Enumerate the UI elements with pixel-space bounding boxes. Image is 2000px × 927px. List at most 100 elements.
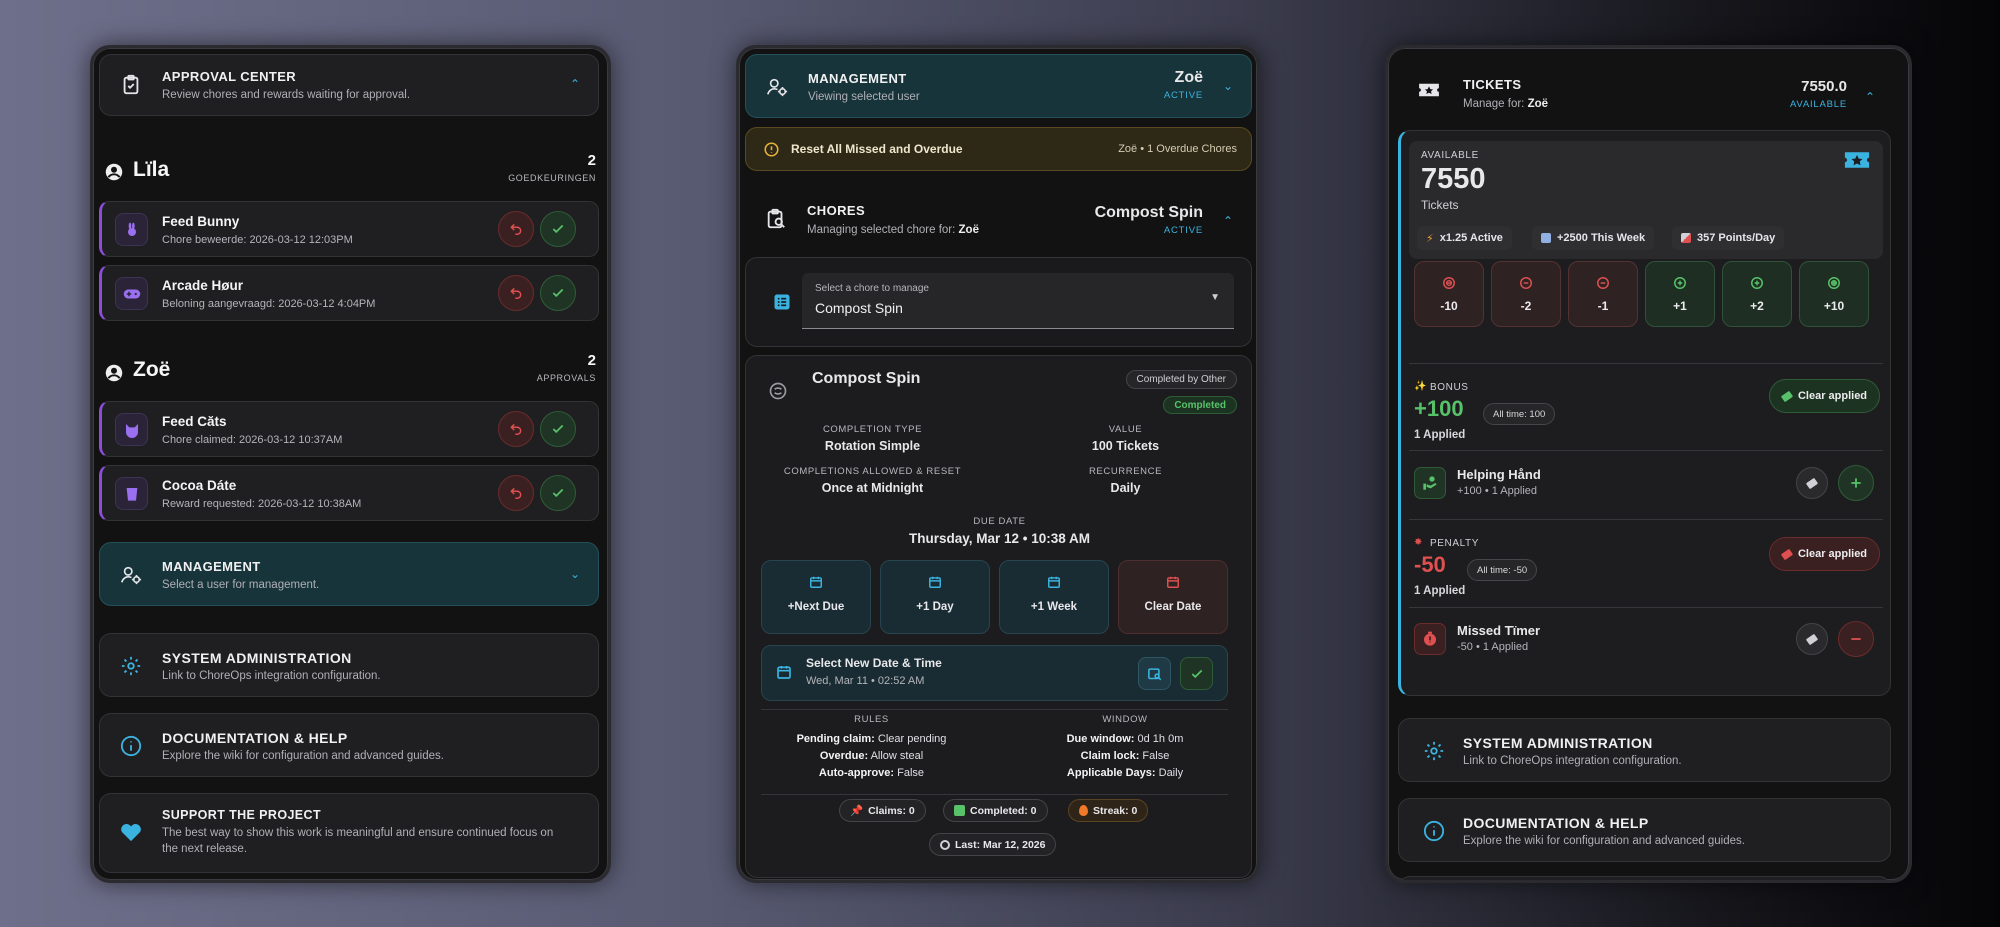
sparkle-icon: ✨ — [1414, 381, 1427, 392]
plus-one-day-button[interactable]: +1 Day — [880, 560, 990, 634]
calendar-icon — [762, 575, 870, 589]
support-card[interactable]: SUPPORT THE PROJECT The best way to show… — [99, 793, 599, 873]
search-calendar-button[interactable] — [1138, 657, 1171, 690]
rule-value: Allow steal — [870, 750, 924, 762]
approval-item[interactable]: Feed Căts Chore claimed: 2026-03-12 10:3… — [99, 401, 599, 457]
rule-pending-claim: Pending claim: Clear pending — [745, 731, 998, 748]
completed-text: Completed: 0 — [970, 804, 1037, 817]
fire-icon — [1079, 805, 1088, 816]
approval-count-label: GOEDKEURINGEN — [508, 173, 596, 183]
date-picker-row[interactable]: Select New Date & Time Wed, Mar 11 • 02:… — [761, 645, 1228, 701]
chart-icon — [1681, 233, 1691, 243]
last-text: Last: Mar 12, 2026 — [955, 838, 1046, 851]
management-subtitle: Viewing selected user — [808, 91, 920, 103]
management-title: MANAGEMENT — [162, 559, 261, 574]
rule-overdue: Overdue: Allow steal — [745, 748, 998, 765]
chevron-down-icon[interactable]: ⌄ — [1223, 79, 1233, 93]
plus-one-week-label: +1 Week — [1030, 601, 1078, 613]
chore-select[interactable]: Select a chore to manage Compost Spin ▼ — [802, 273, 1234, 329]
value-label: VALUE — [1108, 424, 1143, 435]
chores-subtitle-prefix: Managing selected chore for: — [807, 224, 959, 236]
approve-button[interactable] — [540, 411, 576, 447]
add-bonus-button[interactable] — [1838, 465, 1874, 501]
adjust-minus-10-button[interactable]: -10 — [1414, 261, 1484, 327]
reject-button[interactable] — [498, 411, 534, 447]
heart-icon — [120, 822, 142, 842]
user-gear-icon — [120, 564, 142, 586]
approval-item[interactable]: Cocoa Dáte Reward requested: 2026-03-12 … — [99, 465, 599, 521]
rate-text: 357 Points/Day — [1697, 232, 1776, 244]
system-admin-card[interactable]: SYSTEM ADMINISTRATION Link to ChoreOps i… — [99, 633, 599, 697]
claims-text: Claims: 0 — [868, 804, 915, 817]
approval-count: 2 — [587, 352, 596, 369]
recurrence-label: RECURRENCE — [1088, 466, 1163, 477]
apply-penalty-button[interactable] — [1838, 621, 1874, 657]
management-card[interactable]: MANAGEMENT Select a user for management.… — [99, 542, 599, 606]
management-subtitle: Select a user for management. — [162, 579, 320, 591]
approval-item[interactable]: Feed Bunny Chore beweerde: 2026-03-12 12… — [99, 201, 599, 257]
user-name: Lïla — [133, 158, 170, 181]
window-list: Due window: 0d 1h 0m Claim lock: False A… — [998, 731, 1252, 782]
tickets-amount: 7550.0 — [1801, 78, 1847, 95]
adjust-minus-1-button[interactable]: -1 — [1568, 261, 1638, 327]
eraser-icon — [1780, 548, 1794, 560]
clear-date-button[interactable]: Clear Date — [1118, 560, 1228, 634]
approval-center-header[interactable]: APPROVAL CENTER Review chores and reward… — [99, 54, 599, 116]
penalty-clear-button[interactable]: Clear applied — [1769, 537, 1880, 571]
penalty-item-subtitle: -50 • 1 Applied — [1457, 641, 1529, 653]
window-key: Claim lock: — [1080, 750, 1140, 762]
item-title: Feed Căts — [162, 414, 227, 429]
docs-card[interactable]: DOCUMENTATION & HELP Explore the wiki fo… — [1398, 798, 1891, 862]
approval-item[interactable]: Arcade Høur Beloning aangevraagd: 2026-0… — [99, 265, 599, 321]
tickets-subtitle-prefix: Manage for: — [1463, 98, 1528, 110]
docs-subtitle: Explore the wiki for configuration and a… — [1463, 835, 1745, 847]
adjust-plus-2-button[interactable]: +2 — [1722, 261, 1792, 327]
item-title: Feed Bunny — [162, 214, 240, 229]
helping-hand-icon — [1414, 467, 1446, 499]
reject-button[interactable] — [498, 475, 534, 511]
item-title: Cocoa Dáte — [162, 478, 237, 493]
weekly-text: +2500 This Week — [1557, 232, 1646, 244]
reject-button[interactable] — [498, 275, 534, 311]
penalty-item-row[interactable]: Missed Tïmer -50 • 1 Applied — [1409, 615, 1883, 665]
rule-value: Clear pending — [877, 733, 947, 745]
penalty-alltime: All time: -50 — [1467, 559, 1538, 581]
management-header[interactable]: MANAGEMENT Viewing selected user Zoë ACT… — [745, 54, 1252, 118]
adjust-plus-1-button[interactable]: +1 — [1645, 261, 1715, 327]
adjust-minus-2-button[interactable]: -2 — [1491, 261, 1561, 327]
select-value: Compost Spin — [815, 300, 903, 316]
approve-button[interactable] — [540, 275, 576, 311]
confirm-date-button[interactable] — [1180, 657, 1213, 690]
next-due-button[interactable]: +Next Due — [761, 560, 871, 634]
reset-overdue-bar[interactable]: Reset All Missed and Overdue Zoë • 1 Ove… — [745, 127, 1252, 171]
docs-card[interactable]: DOCUMENTATION & HELP Explore the wiki fo… — [99, 713, 599, 777]
timer-alert-icon — [1414, 623, 1446, 655]
chevron-up-icon[interactable]: ⌃ — [1223, 214, 1233, 228]
system-admin-card[interactable]: SYSTEM ADMINISTRATION Link to ChoreOps i… — [1398, 718, 1891, 782]
plus-one-week-button[interactable]: +1 Week — [999, 560, 1109, 634]
bonus-clear-button[interactable]: Clear applied — [1769, 379, 1880, 413]
reject-button[interactable] — [498, 211, 534, 247]
system-admin-subtitle: Link to ChoreOps integration configurati… — [1463, 755, 1682, 767]
rule-key: Auto-approve: — [818, 767, 895, 779]
item-subtitle: Chore beweerde: 2026-03-12 12:03PM — [162, 234, 353, 246]
approve-button[interactable] — [540, 475, 576, 511]
balance-label: AVAILABLE — [1421, 150, 1479, 161]
chores-subtitle: Managing selected chore for: Zoë — [807, 224, 979, 236]
chevron-up-icon[interactable]: ⌃ — [570, 77, 580, 91]
due-date-label: DUE DATE — [973, 516, 1026, 527]
burst-icon: ✸ — [1414, 537, 1423, 548]
completed-badge: Completed — [1163, 396, 1237, 414]
approve-button[interactable] — [540, 211, 576, 247]
chevron-up-icon[interactable]: ⌃ — [1865, 90, 1875, 104]
picker-value: Wed, Mar 11 • 02:52 AM — [806, 675, 925, 687]
clear-bonus-item-button[interactable] — [1796, 467, 1828, 499]
chevron-down-icon[interactable]: ⌄ — [570, 567, 580, 581]
calendar-remove-icon — [1119, 575, 1227, 589]
info-icon — [1423, 820, 1445, 842]
rule-auto-approve: Auto-approve: False — [745, 765, 998, 782]
eraser-icon — [1780, 390, 1794, 402]
adjust-plus-10-button[interactable]: +10 — [1799, 261, 1869, 327]
bonus-item-row[interactable]: Helping Hånd +100 • 1 Applied — [1409, 459, 1883, 509]
clear-penalty-item-button[interactable] — [1796, 623, 1828, 655]
